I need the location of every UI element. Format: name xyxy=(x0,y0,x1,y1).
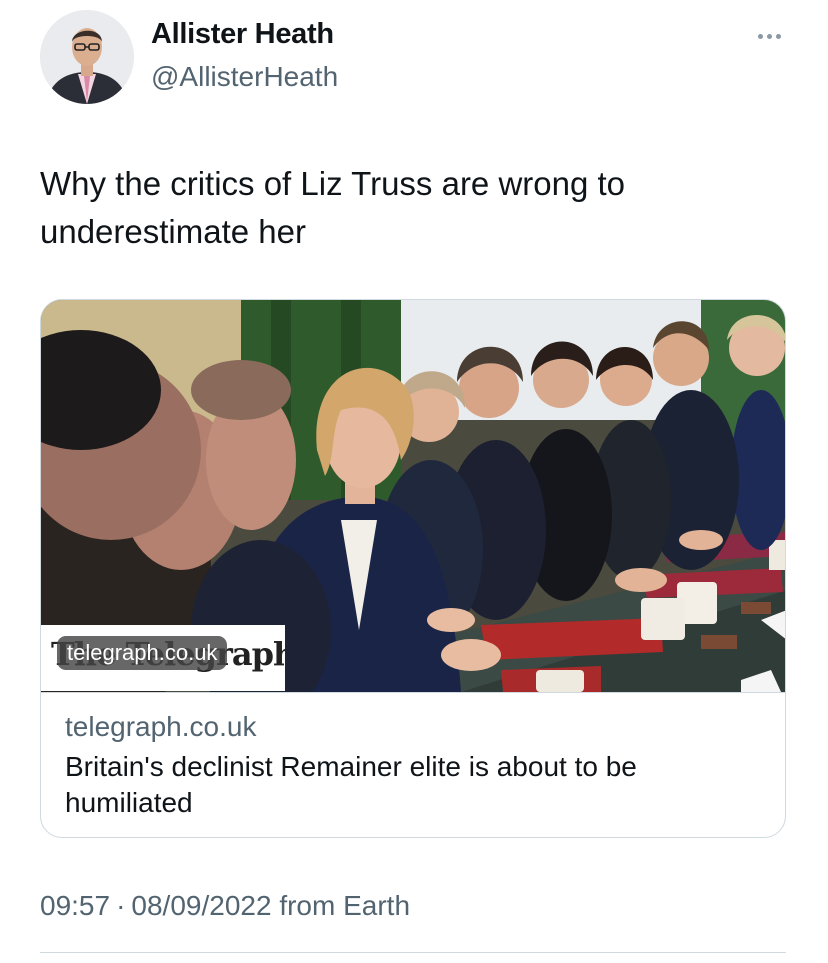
tweet-date[interactable]: 08/09/2022 xyxy=(131,890,271,921)
tweet-source: from Earth xyxy=(279,890,411,921)
divider xyxy=(40,952,786,953)
link-card-title: Britain's declinist Remainer elite is ab… xyxy=(65,751,637,818)
tweet-text: Why the critics of Liz Truss are wrong t… xyxy=(40,165,626,250)
link-card-domain: telegraph.co.uk xyxy=(65,711,257,742)
link-card-image[interactable]: The Telegraph telegraph.co.uk xyxy=(41,300,785,692)
ellipsis-icon xyxy=(757,33,763,39)
link-card[interactable]: The Telegraph telegraph.co.uk telegraph.… xyxy=(40,299,786,838)
author-avatar[interactable] xyxy=(40,10,134,104)
author-handle[interactable]: @AllisterHeath xyxy=(151,61,338,93)
publisher-masthead: The Telegraph telegraph.co.uk xyxy=(41,625,285,691)
tweet-time[interactable]: 09:57 xyxy=(40,890,110,921)
author-display-name[interactable]: Allister Heath xyxy=(151,18,334,51)
meta-separator: · xyxy=(116,890,126,921)
link-card-footer[interactable]: telegraph.co.uk Britain's declinist Rema… xyxy=(41,692,785,837)
tweet-metadata: 09:57 · 08/09/2022 from Earth xyxy=(40,890,410,922)
image-domain-badge: telegraph.co.uk xyxy=(57,636,228,670)
more-options-button[interactable] xyxy=(748,22,790,50)
profile-photo xyxy=(40,10,134,104)
